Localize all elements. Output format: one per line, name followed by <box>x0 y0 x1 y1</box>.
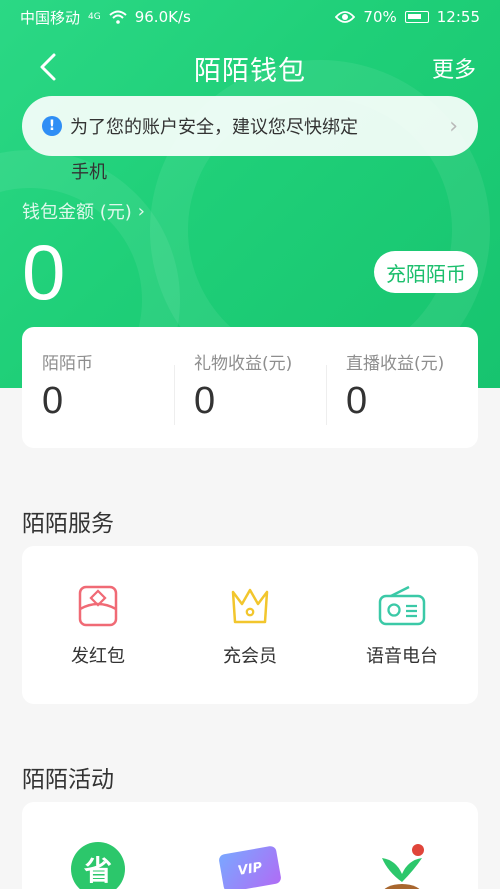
notice-text: 为了您的账户安全，建议您尽快绑定 <box>70 117 358 138</box>
recharge-coins-button[interactable]: 充陌陌币 <box>374 251 478 293</box>
info-icon: ! <box>42 116 62 136</box>
activities-card: 省 VIP <box>22 802 478 889</box>
activity-badge: VIP <box>236 859 264 879</box>
activity-sprout[interactable] <box>326 842 478 889</box>
stat-label: 陌陌币 <box>42 354 93 374</box>
service-label: 发红包 <box>71 646 125 667</box>
vip-card-icon: VIP <box>218 845 282 889</box>
services-section-title: 陌陌服务 <box>22 511 114 537</box>
activity-vip-card[interactable]: VIP <box>174 842 326 889</box>
wallet-balance-value: 0 <box>22 228 66 316</box>
navigation-bar: 陌陌钱包 更多 <box>0 40 500 96</box>
eye-icon <box>335 11 356 23</box>
service-label: 语音电台 <box>366 646 438 667</box>
status-bar: 中国移动 4G 96.0K/s 70% 12:55 <box>0 0 500 34</box>
page-title: 陌陌钱包 <box>194 55 306 87</box>
battery-icon <box>404 11 429 23</box>
services-card: 发红包 充会员 语音电台 <box>22 546 478 704</box>
network-speed: 96.0K/s <box>134 8 191 26</box>
send-red-envelope-button[interactable]: 发红包 <box>22 584 174 704</box>
network-type: 4G <box>88 12 101 22</box>
stat-label: 直播收益(元) <box>346 354 445 374</box>
chevron-right-icon: › <box>449 113 458 139</box>
wallet-balance-label[interactable]: 钱包金额 (元) › <box>22 198 145 224</box>
service-label: 充会员 <box>223 646 277 667</box>
stat-momo-coins[interactable]: 陌陌币 0 <box>22 349 174 426</box>
activity-save-money[interactable]: 省 <box>22 842 174 889</box>
wifi-icon <box>109 10 127 24</box>
activities-section-title: 陌陌活动 <box>22 767 114 793</box>
save-money-icon: 省 <box>71 842 125 889</box>
stat-value: 0 <box>42 380 64 422</box>
stat-value: 0 <box>346 380 368 422</box>
radio-icon <box>378 585 426 626</box>
balance-label-text: 钱包金额 (元) <box>22 202 132 223</box>
carrier-name: 中国移动 <box>20 8 81 27</box>
buy-membership-button[interactable]: 充会员 <box>174 584 326 704</box>
activity-badge: 省 <box>83 854 112 887</box>
back-arrow-icon[interactable] <box>34 50 64 84</box>
notice-text-overflow: 手机 <box>71 162 107 183</box>
crown-icon <box>231 588 269 624</box>
chevron-right-icon: › <box>137 200 145 222</box>
voice-radio-button[interactable]: 语音电台 <box>326 584 478 704</box>
stat-label: 礼物收益(元) <box>194 354 293 374</box>
stat-gift-earnings[interactable]: 礼物收益(元) 0 <box>174 349 326 426</box>
more-button[interactable]: 更多 <box>432 52 476 84</box>
stat-value: 0 <box>194 380 216 422</box>
clock: 12:55 <box>436 8 480 26</box>
security-notice-banner[interactable]: ! 为了您的账户安全，建议您尽快绑定 › <box>22 96 478 156</box>
red-envelope-icon <box>78 585 118 627</box>
stat-live-earnings[interactable]: 直播收益(元) 0 <box>326 349 478 426</box>
earnings-summary-card: 陌陌币 0 礼物收益(元) 0 直播收益(元) 0 <box>22 327 478 448</box>
sprout-icon <box>382 844 424 889</box>
battery-percent: 70% <box>363 8 397 26</box>
